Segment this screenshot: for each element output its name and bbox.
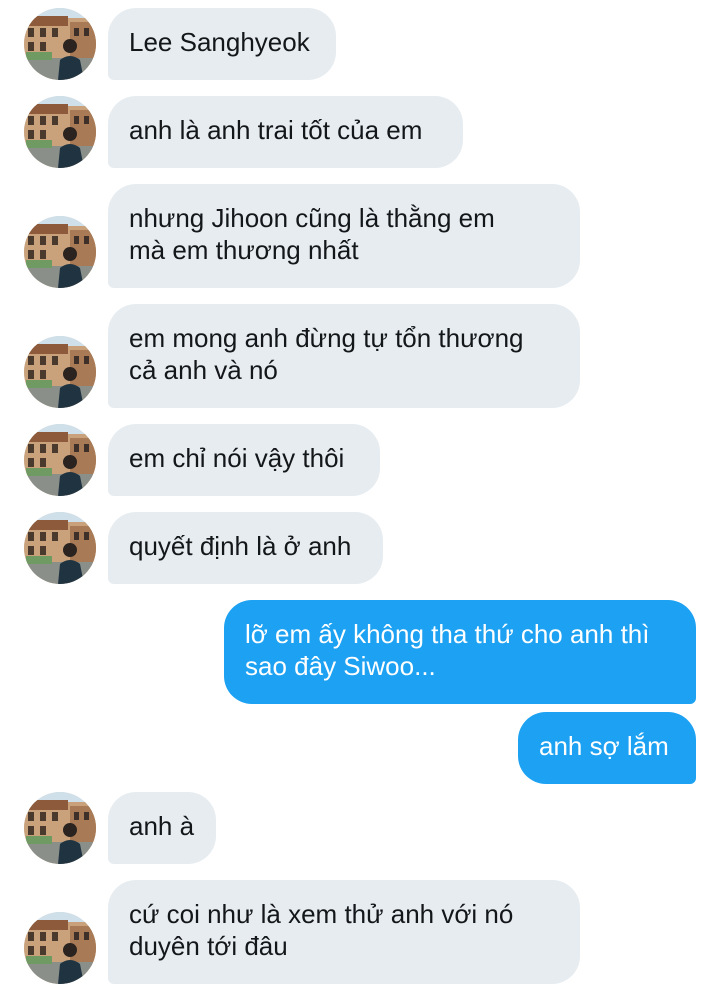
- conversation-screen: { "conversation": { "messages": [ {"send…: [0, 0, 720, 1004]
- avatar[interactable]: [24, 8, 96, 80]
- outgoing-message-bubble[interactable]: anh sợ lắm: [518, 712, 696, 784]
- avatar[interactable]: [24, 336, 96, 408]
- incoming-message-bubble[interactable]: em mong anh đừng tự tổn thương cả anh và…: [108, 304, 580, 408]
- incoming-message-bubble[interactable]: em chỉ nói vậy thôi: [108, 424, 380, 496]
- avatar[interactable]: [24, 912, 96, 984]
- incoming-message-bubble[interactable]: Lee Sanghyeok: [108, 8, 336, 80]
- avatar[interactable]: [24, 512, 96, 584]
- incoming-message-bubble[interactable]: anh à: [108, 792, 216, 864]
- avatar[interactable]: [24, 792, 96, 864]
- avatar[interactable]: [24, 96, 96, 168]
- incoming-message-bubble[interactable]: nhưng Jihoon cũng là thằng em mà em thươ…: [108, 184, 580, 288]
- avatar[interactable]: [24, 216, 96, 288]
- incoming-message-bubble[interactable]: anh là anh trai tốt của em: [108, 96, 463, 168]
- outgoing-message-bubble[interactable]: lỡ em ấy không tha thứ cho anh thì sao đ…: [224, 600, 696, 704]
- avatar[interactable]: [24, 424, 96, 496]
- incoming-message-bubble[interactable]: cứ coi như là xem thử anh với nó duyên t…: [108, 880, 580, 984]
- incoming-message-bubble[interactable]: quyết định là ở anh: [108, 512, 383, 584]
